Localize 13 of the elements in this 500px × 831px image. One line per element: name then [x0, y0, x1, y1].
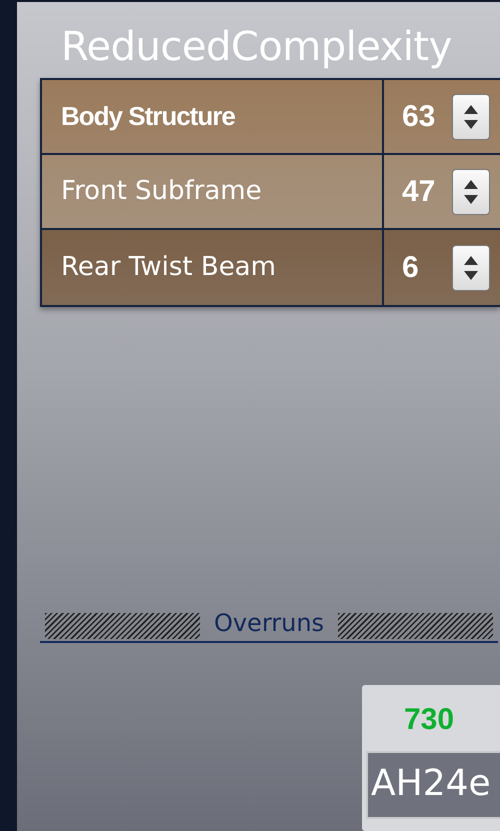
count-value: 730	[403, 702, 456, 738]
spinner-button[interactable]	[452, 244, 490, 290]
spinner-button[interactable]	[452, 94, 490, 140]
panel-title: ReducedComplexity	[60, 23, 453, 72]
row-value: 6	[402, 250, 420, 286]
row-value: 47	[402, 174, 436, 210]
spinner-button[interactable]	[452, 168, 490, 214]
code-label: AH24e	[366, 751, 500, 819]
row-label[interactable]: Rear Twist Beam	[42, 230, 384, 305]
row-value: 63	[402, 99, 436, 135]
row-label[interactable]: Body Structure	[42, 80, 384, 153]
section-title: Overruns	[214, 608, 324, 638]
row-label[interactable]: Front Subframe	[42, 155, 384, 228]
